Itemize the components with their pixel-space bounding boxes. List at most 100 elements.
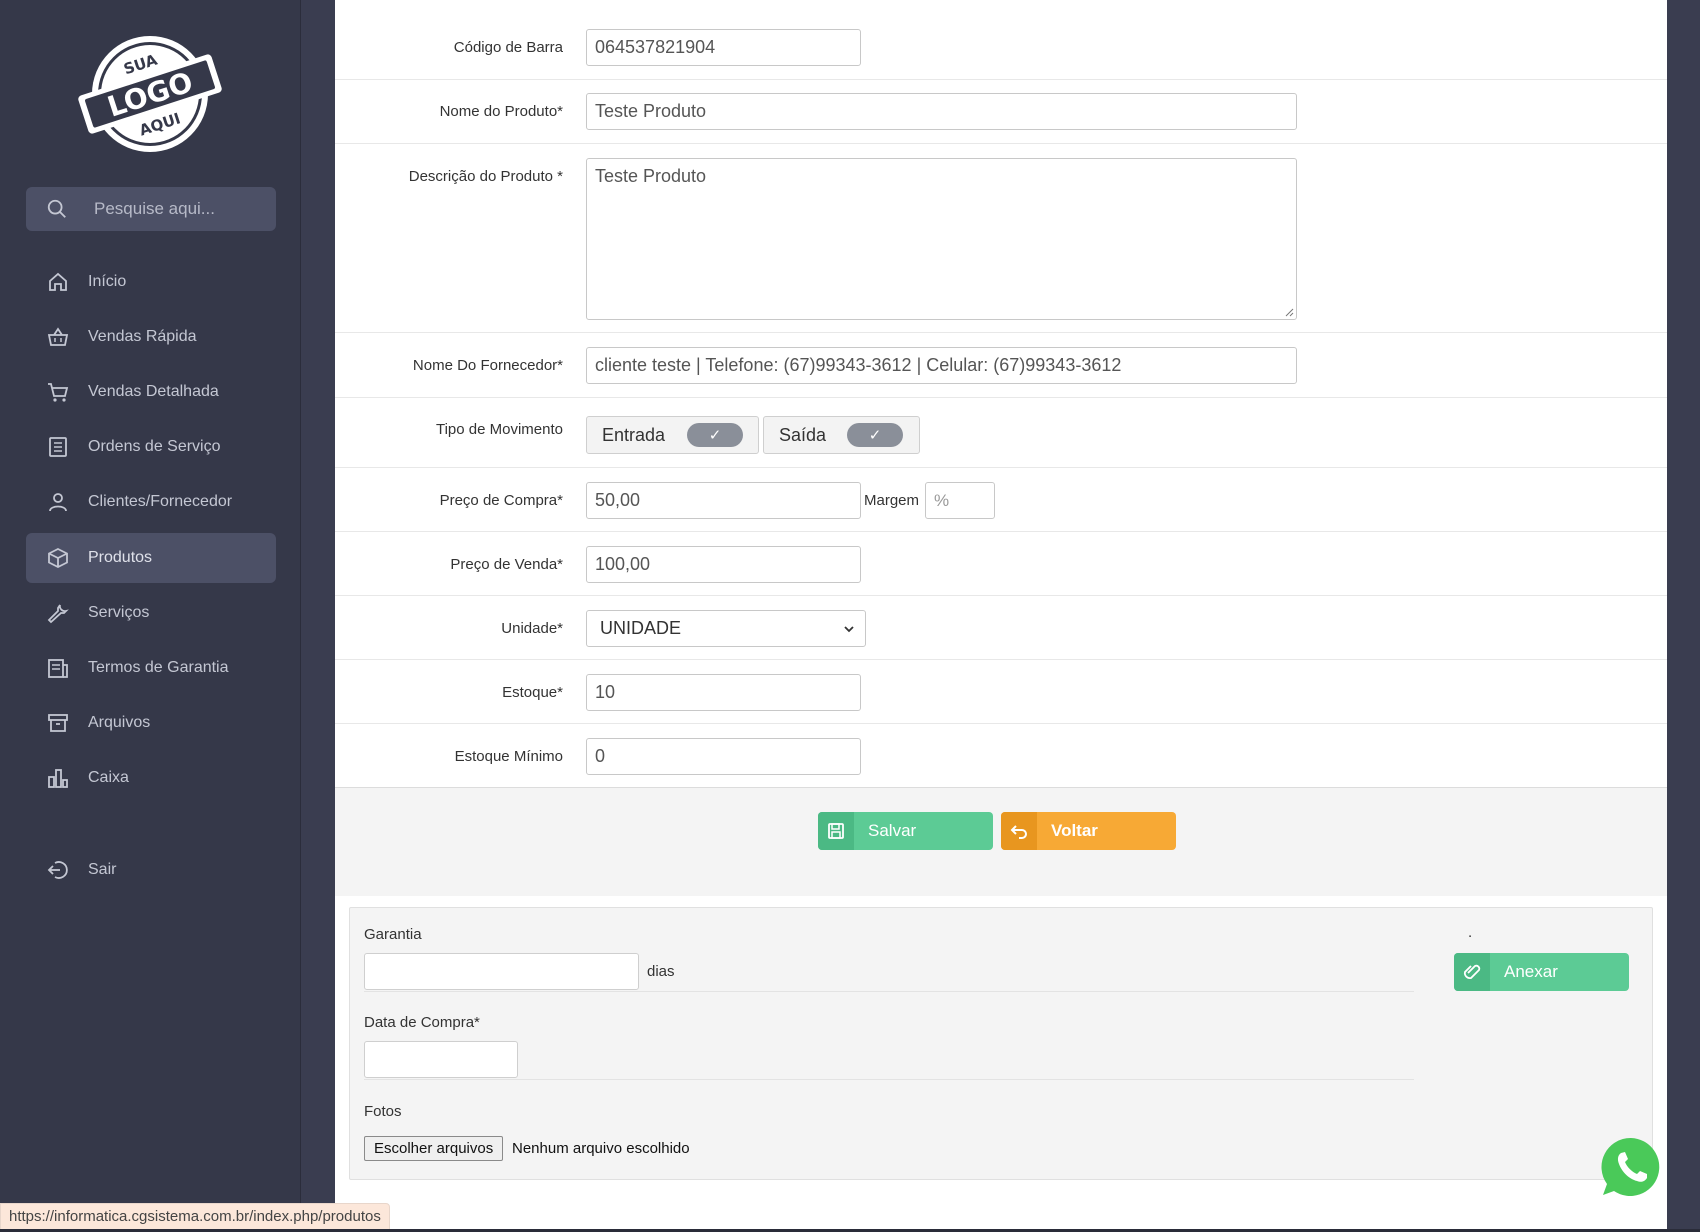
sale-price-input[interactable]: 100,00 bbox=[586, 546, 861, 583]
sidebar-item-label: Produtos bbox=[88, 549, 153, 566]
product-form: Código de Barra 064537821904 Nome do Pro… bbox=[335, 0, 1667, 1232]
floppy-disk-icon bbox=[818, 812, 854, 850]
form-row-sale-price: Preço de Venda* 100,00 bbox=[335, 532, 1667, 596]
document-icon bbox=[48, 659, 68, 678]
form-row-purchase-price: Preço de Compra* 50,00 Margem % bbox=[335, 468, 1667, 532]
whatsapp-icon[interactable] bbox=[1599, 1135, 1663, 1199]
sidebar-item-caixa[interactable]: Caixa bbox=[26, 753, 276, 803]
purchase-price-input[interactable]: 50,00 bbox=[586, 482, 861, 519]
list-icon bbox=[49, 437, 67, 457]
choose-files-button[interactable]: Escolher arquivos bbox=[364, 1136, 504, 1161]
form-row-description: Descrição do Produto * Teste Produto bbox=[335, 144, 1667, 333]
days-label: dias bbox=[647, 963, 675, 980]
unit-select[interactable]: UNIDADE bbox=[586, 610, 866, 647]
sidebar-item-label: Início bbox=[88, 273, 127, 290]
file-status-text: Nenhum arquivo escolhido bbox=[512, 1140, 690, 1157]
form-row-supplier: Nome Do Fornecedor* cliente teste | Tele… bbox=[335, 333, 1667, 398]
stock-label: Estoque* bbox=[502, 684, 563, 701]
sidebar-item-termos-garantia[interactable]: Termos de Garantia bbox=[26, 643, 276, 693]
basket-icon bbox=[47, 327, 69, 346]
form-row-unit: Unidade* UNIDADE bbox=[335, 596, 1667, 660]
sidebar-item-inicio[interactable]: Início bbox=[26, 257, 276, 307]
purchase-date-input[interactable] bbox=[364, 1041, 518, 1078]
sale-price-label: Preço de Venda* bbox=[450, 556, 563, 573]
movement-entrada-toggle[interactable]: Entrada ✓ bbox=[586, 416, 759, 454]
movement-saida-toggle[interactable]: Saída ✓ bbox=[763, 416, 920, 454]
bar-chart-icon bbox=[48, 769, 68, 788]
resize-handle-icon[interactable] bbox=[1284, 307, 1294, 317]
unit-select-value: UNIDADE bbox=[600, 618, 682, 638]
photos-label: Fotos bbox=[364, 1103, 402, 1120]
save-button[interactable]: Salvar bbox=[818, 812, 993, 850]
sidebar-item-label: Clientes/Fornecedor bbox=[88, 493, 233, 510]
save-button-label: Salvar bbox=[868, 821, 917, 840]
attach-button-label: Anexar bbox=[1504, 962, 1558, 981]
sidebar-item-clientes[interactable]: Clientes/Fornecedor bbox=[26, 477, 276, 527]
attach-button[interactable]: Anexar bbox=[1454, 953, 1629, 991]
saida-label: Saída bbox=[779, 424, 827, 445]
purchase-price-label: Preço de Compra* bbox=[439, 492, 563, 509]
sidebar-item-label: Arquivos bbox=[88, 714, 151, 731]
box-icon bbox=[48, 547, 68, 569]
status-bar-url: https://informatica.cgsistema.com.br/ind… bbox=[0, 1203, 390, 1230]
form-row-stock: Estoque* 10 bbox=[335, 660, 1667, 724]
sidebar-item-label: Serviços bbox=[88, 604, 150, 621]
sidebar-item-label: Vendas Rápida bbox=[88, 328, 197, 345]
supplier-input[interactable]: cliente teste | Telefone: (67)99343-3612… bbox=[586, 347, 1297, 384]
sidebar-item-vendas-rapida[interactable]: Vendas Rápida bbox=[26, 312, 276, 362]
barcode-label: Código de Barra bbox=[453, 39, 563, 56]
logout-icon bbox=[47, 861, 68, 879]
chevron-down-icon bbox=[844, 626, 854, 633]
dot-text: . bbox=[1468, 924, 1473, 941]
margin-label: Margem bbox=[864, 492, 920, 509]
purchase-date-label: Data de Compra* bbox=[364, 1014, 480, 1031]
warranty-days-input[interactable] bbox=[364, 953, 639, 990]
form-row-min-stock: Estoque Mínimo 0 bbox=[335, 724, 1667, 788]
min-stock-label: Estoque Mínimo bbox=[454, 748, 563, 765]
description-text: Teste Produto bbox=[595, 166, 707, 186]
search-icon bbox=[47, 199, 66, 218]
logo: LOGO SUA AQUI bbox=[78, 36, 222, 152]
back-button-label: Voltar bbox=[1051, 821, 1098, 840]
paperclip-icon bbox=[1454, 953, 1490, 991]
search-input[interactable] bbox=[94, 199, 264, 219]
margin-input[interactable]: % bbox=[925, 482, 995, 519]
unit-label: Unidade* bbox=[501, 620, 563, 637]
undo-icon bbox=[1001, 812, 1037, 850]
sidebar-item-sair[interactable]: Sair bbox=[26, 845, 276, 895]
entrada-label: Entrada bbox=[602, 424, 666, 445]
form-row-movement: Tipo de Movimento Entrada ✓ Saída ✓ bbox=[335, 398, 1667, 468]
stock-input[interactable]: 10 bbox=[586, 674, 861, 711]
back-button[interactable]: Voltar bbox=[1001, 812, 1176, 850]
cart-icon bbox=[48, 383, 69, 402]
saida-check-icon: ✓ bbox=[847, 423, 903, 447]
product-name-input[interactable]: Teste Produto bbox=[586, 93, 1297, 130]
sidebar-item-label: Caixa bbox=[88, 769, 129, 786]
min-stock-input[interactable]: 0 bbox=[586, 738, 861, 775]
barcode-input[interactable]: 064537821904 bbox=[586, 29, 861, 66]
sidebar-item-vendas-detalhada[interactable]: Vendas Detalhada bbox=[26, 367, 276, 417]
sidebar-item-servicos[interactable]: Serviços bbox=[26, 588, 276, 638]
sidebar-item-label: Sair bbox=[88, 861, 117, 878]
entrada-check-icon: ✓ bbox=[687, 423, 743, 447]
divider bbox=[364, 991, 1414, 992]
form-row-product-name: Nome do Produto* Teste Produto bbox=[335, 80, 1667, 144]
supplier-label: Nome Do Fornecedor* bbox=[412, 357, 563, 374]
sidebar-item-produtos[interactable]: Produtos bbox=[26, 533, 276, 583]
user-icon bbox=[49, 493, 67, 512]
description-textarea[interactable]: Teste Produto bbox=[586, 158, 1297, 320]
sidebar-item-label: Ordens de Serviço bbox=[88, 438, 221, 455]
sidebar-item-ordens-servico[interactable]: Ordens de Serviço bbox=[26, 422, 276, 472]
sidebar-item-label: Termos de Garantia bbox=[88, 659, 229, 676]
page-edge bbox=[1667, 0, 1700, 1232]
archive-icon bbox=[48, 714, 68, 732]
sidebar-item-arquivos[interactable]: Arquivos bbox=[26, 698, 276, 748]
divider bbox=[364, 1079, 1414, 1080]
search-box[interactable] bbox=[26, 187, 276, 231]
wrench-icon bbox=[47, 604, 69, 624]
home-icon bbox=[49, 272, 67, 291]
description-label: Descrição do Produto * bbox=[408, 168, 563, 185]
form-actions: Salvar Voltar bbox=[335, 788, 1667, 896]
sidebar-item-label: Vendas Detalhada bbox=[88, 383, 219, 400]
movement-label: Tipo de Movimento bbox=[435, 421, 563, 438]
